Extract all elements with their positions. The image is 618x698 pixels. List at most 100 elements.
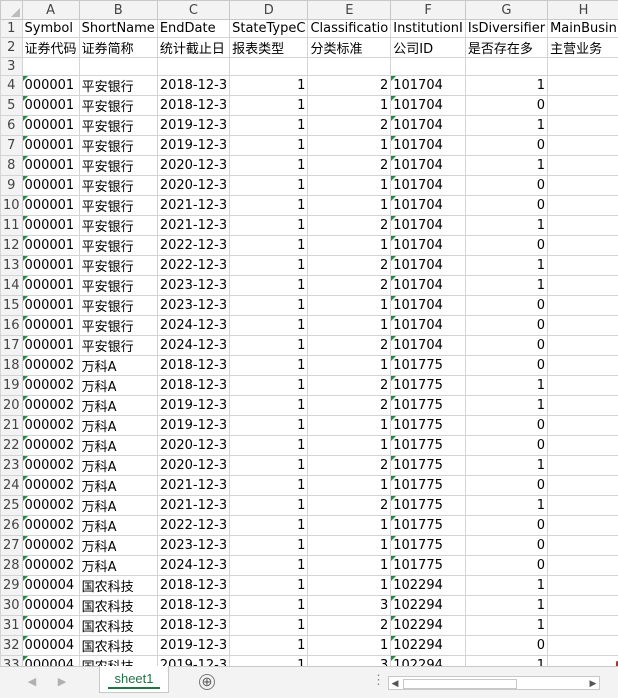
cell[interactable]: 000001 [21,95,80,116]
cell[interactable]: 2024-12-3 [156,555,231,576]
cell[interactable] [547,115,618,136]
cell[interactable]: 2 [307,495,392,516]
row-header[interactable]: 4 [0,75,23,96]
cell[interactable]: 2 [307,255,392,276]
row-header[interactable]: 28 [0,555,23,576]
cell[interactable]: 1 [464,155,549,176]
cell[interactable]: 3 [307,655,392,666]
cell[interactable]: 2 [307,395,392,416]
row-header[interactable]: 10 [0,195,23,216]
cell[interactable]: 2 [307,215,392,236]
cell[interactable]: 2 [307,335,392,356]
cell[interactable]: 1 [464,615,549,636]
cell[interactable]: 1 [229,555,309,576]
row-header[interactable]: 25 [0,495,23,516]
cell[interactable]: 101704 [390,115,466,136]
cell[interactable]: 2 [307,375,392,396]
cell[interactable]: 000001 [21,75,80,96]
cell[interactable]: 101704 [390,335,466,356]
cell[interactable]: 1 [307,315,392,336]
column-header-f[interactable]: F [390,0,466,20]
cell[interactable]: 万科A [78,435,158,456]
cell[interactable] [547,155,618,176]
cell[interactable]: 000002 [21,415,80,436]
cell[interactable]: 1 [229,515,309,536]
cell[interactable]: 1 [464,255,549,276]
cell[interactable]: 2018-12-3 [156,75,231,96]
column-header-c[interactable]: C [156,0,231,20]
cell[interactable]: 101775 [390,495,466,516]
cell[interactable]: 000001 [21,135,80,156]
cell[interactable]: 2024-12-3 [156,335,231,356]
cell[interactable] [547,515,618,536]
cell[interactable]: 1 [229,95,309,116]
cell[interactable]: 2021-12-3 [156,495,231,516]
cell[interactable]: 101704 [390,315,466,336]
cell[interactable]: 1 [464,655,549,666]
cell[interactable]: 0 [464,195,549,216]
cell[interactable]: 1 [229,175,309,196]
cell[interactable]: 平安银行 [78,255,158,276]
cell[interactable]: 1 [464,455,549,476]
cell[interactable]: 1 [229,615,309,636]
cell[interactable]: 平安银行 [78,115,158,136]
cell[interactable] [547,555,618,576]
row-header[interactable]: 20 [0,395,23,416]
cell[interactable]: Classificatio [307,19,392,38]
cell[interactable]: 101704 [390,135,466,156]
cell[interactable]: 0 [464,135,549,156]
row-header[interactable]: 22 [0,435,23,456]
cell[interactable]: 101704 [390,75,466,96]
cell[interactable]: 101704 [390,215,466,236]
cell[interactable]: 1 [307,295,392,316]
cell[interactable]: 2018-12-3 [156,95,231,116]
cell[interactable]: 1 [307,635,392,656]
cell[interactable]: StateTypeC [229,19,309,38]
cell[interactable]: 0 [464,95,549,116]
cell[interactable]: 分类标准 [307,37,392,58]
cell-table[interactable]: A B C D E F G H 1 Symbol ShortName EndDa… [0,0,618,666]
cell[interactable]: 1 [307,535,392,556]
cell[interactable]: 1 [307,175,392,196]
cell[interactable]: 平安银行 [78,335,158,356]
spreadsheet-grid[interactable]: A B C D E F G H 1 Symbol ShortName EndDa… [0,0,618,666]
cell[interactable]: 万科A [78,375,158,396]
row-header[interactable]: 13 [0,255,23,276]
cell[interactable] [547,295,618,316]
cell[interactable]: EndDate [156,19,231,38]
cell[interactable]: 1 [307,415,392,436]
column-header-h[interactable]: H [547,0,618,20]
cell[interactable]: 1 [229,255,309,276]
scroll-left-icon[interactable]: ◀ [389,677,401,689]
cell[interactable] [547,475,618,496]
cell[interactable]: 1 [229,535,309,556]
cell[interactable]: 0 [464,335,549,356]
cell[interactable]: 1 [229,315,309,336]
cell[interactable]: 2020-12-3 [156,435,231,456]
row-header[interactable]: 6 [0,115,23,136]
cell[interactable]: 102294 [390,655,466,666]
cell[interactable]: 统计截止日 [156,37,231,58]
cell[interactable]: 0 [464,535,549,556]
row-header[interactable]: 2 [0,37,23,58]
row-header[interactable]: 31 [0,615,23,636]
cell[interactable]: 平安银行 [78,175,158,196]
cell[interactable] [547,455,618,476]
cell[interactable]: 1 [464,215,549,236]
row-header[interactable]: 15 [0,295,23,316]
cell[interactable]: 平安银行 [78,235,158,256]
cell[interactable]: 2019-12-3 [156,395,231,416]
cell[interactable]: 000001 [21,315,80,336]
row-header[interactable]: 8 [0,155,23,176]
cell[interactable]: 101704 [390,195,466,216]
cell[interactable]: 1 [229,435,309,456]
cell[interactable]: 1 [307,135,392,156]
cell[interactable]: 000002 [21,455,80,476]
cell[interactable] [547,375,618,396]
scrollbar-thumb[interactable] [403,679,517,689]
cell[interactable]: 101775 [390,435,466,456]
cell[interactable]: 102294 [390,595,466,616]
cell[interactable]: 1 [464,75,549,96]
cell[interactable]: 万科A [78,475,158,496]
cell[interactable]: 2023-12-3 [156,535,231,556]
